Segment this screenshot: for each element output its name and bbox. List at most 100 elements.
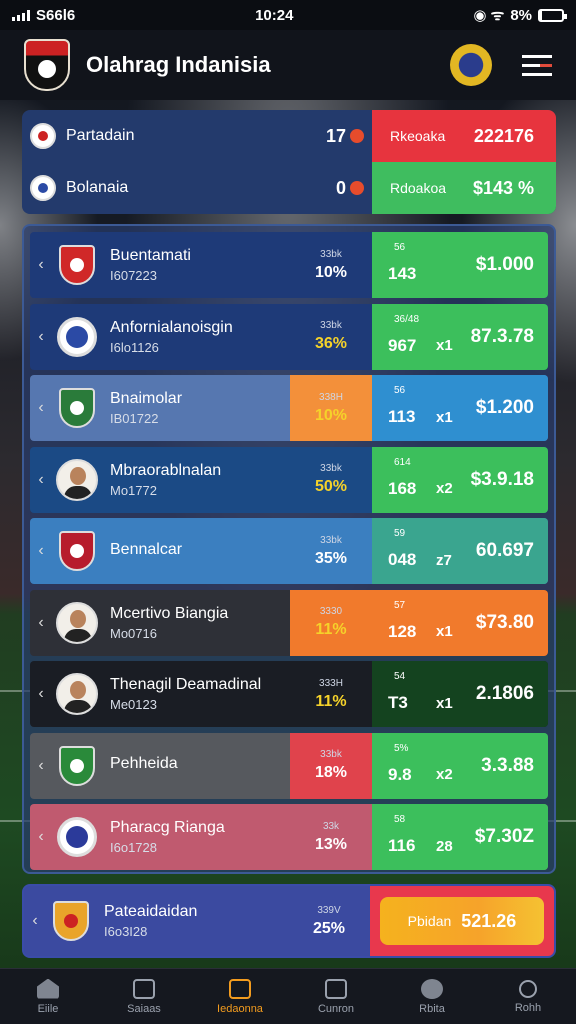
chevron-left-icon[interactable]: ‹	[30, 733, 52, 799]
team-row[interactable]: ‹ Pharacg Rianga I6o1728 33k 13% 58 116 …	[30, 804, 548, 870]
team-row[interactable]: ‹ Pehheida 33bk 18% 5% 9.8 x2 3.3.88	[30, 732, 548, 799]
chevron-left-icon[interactable]: ‹	[30, 304, 52, 370]
stat-value: 168	[388, 478, 417, 498]
team-code: I607223	[110, 268, 157, 283]
tab-label: Rohh	[514, 1001, 542, 1014]
summary-row[interactable]: Bolanaia 0 Rdoakoa $143 %	[22, 162, 556, 214]
odds-cell[interactable]: 59 048 z7 60.697	[372, 518, 548, 584]
featured-row[interactable]: ‹ Pateaidaidan I6o3I28 339V 25% Pbidan 5…	[22, 884, 556, 958]
bet-slip-icon	[229, 978, 251, 999]
team-name: Pharacg Rianga	[110, 819, 225, 836]
tab-calendar[interactable]: Saiaas	[96, 969, 192, 1024]
win-pct: 50%	[314, 478, 348, 495]
live-dot-icon	[350, 181, 364, 195]
chevron-left-icon[interactable]: ‹	[30, 518, 52, 584]
bottom-tab-bar: Eiile Saiaas Iedaonna Cunron Rbita Rohh	[0, 968, 576, 1024]
field-icon	[325, 978, 347, 999]
stat-value: 143	[388, 264, 417, 283]
team-crest-icon	[59, 745, 95, 786]
stat-label: 56	[394, 385, 406, 396]
team-name: Thenagil Deamadinal	[110, 676, 262, 693]
team-row[interactable]: ‹ Mbraorablnalan Mo1772 33bk 50% 614 168…	[30, 446, 548, 513]
featured-pct-label: 339V	[317, 904, 341, 916]
win-pct: 35%	[314, 549, 348, 567]
odds-cell[interactable]: 56 113 x1 $1.200	[372, 375, 548, 441]
pct-label: 33k	[322, 820, 340, 832]
team-code: Me0123	[110, 697, 157, 712]
chevron-left-icon[interactable]: ‹	[30, 232, 52, 298]
team-crest-icon	[59, 531, 95, 571]
team-crest-icon	[59, 388, 95, 428]
summary-team-name: Partadain	[66, 127, 135, 144]
tab-label: Iedaonna	[217, 1002, 263, 1015]
odds-price: $1.200	[475, 397, 534, 418]
tab-label: Cunron	[317, 1002, 355, 1015]
menu-icon[interactable]	[522, 54, 552, 76]
chevron-left-icon[interactable]: ‹	[30, 590, 52, 656]
win-pct: 10%	[314, 263, 348, 281]
chevron-left-icon[interactable]: ‹	[30, 804, 52, 870]
team-row[interactable]: ‹ Bennalcar 33bk 35% 59 048 z7 60.697	[30, 518, 548, 584]
battery-icon	[538, 8, 567, 22]
team-row[interactable]: ‹ Buentamati I607223 33bk 10% 56 143 $1.…	[30, 232, 548, 298]
odds-price: $3.9.18	[470, 468, 534, 490]
odds-cell[interactable]: 56 143 $1.000	[372, 232, 548, 298]
teams-list: ‹ Buentamati I607223 33bk 10% 56 143 $1.…	[22, 224, 556, 874]
tab-bet-slip[interactable]: Iedaonna	[192, 969, 288, 1024]
team-code: IB01722	[110, 411, 159, 426]
stat-value: 967	[388, 335, 417, 355]
league-badge-icon[interactable]	[450, 44, 492, 86]
team-name: Bennalcar	[110, 540, 183, 558]
tab-label: Saiaas	[127, 1002, 161, 1015]
chevron-left-icon[interactable]: ‹	[24, 912, 46, 930]
page-title: Olahrag Indanisia	[86, 52, 271, 77]
home-icon	[37, 978, 59, 999]
stat-value: T3	[388, 693, 408, 712]
stat-value: 113	[388, 407, 416, 426]
featured-team-code: I6o3I28	[104, 924, 148, 939]
stat-multiplier: x1	[436, 623, 453, 640]
team-name: Anfornialanoisgin	[110, 318, 233, 336]
pct-label: 338H	[319, 391, 343, 403]
team-name: Pehheida	[110, 755, 178, 772]
win-pct: 11%	[315, 692, 347, 710]
place-bet-button[interactable]: Pbidan 521.26	[380, 897, 544, 945]
odds-cell[interactable]: 54 T3 x1 2.1806	[372, 661, 548, 727]
tab-home[interactable]: Eiile	[0, 969, 96, 1024]
stat-value: 9.8	[388, 764, 412, 784]
team-crest-icon	[59, 245, 95, 285]
odds-cell[interactable]: 36/48 967 x1 87.3.78	[372, 303, 548, 370]
odds-cell[interactable]: 614 168 x2 $3.9.18	[372, 446, 548, 513]
team-code: Mo1772	[110, 482, 157, 498]
chevron-left-icon[interactable]: ‹	[30, 375, 52, 441]
team-row[interactable]: ‹ Mcertivo Biangia Mo0716 3330 11% 57 12…	[30, 589, 548, 656]
tab-label: Eiile	[37, 1002, 59, 1015]
win-pct: 10%	[314, 406, 348, 424]
team-name: Buentamati	[110, 247, 191, 264]
odds-cell[interactable]: 58 116 28 $7.30Z	[372, 804, 548, 870]
win-pct: 11%	[315, 621, 347, 638]
live-dot-icon	[350, 129, 364, 143]
featured-team-name: Pateaidaidan	[104, 903, 198, 920]
team-row[interactable]: ‹ Anfornialanoisgin I6lo1126 33bk 36% 36…	[30, 303, 548, 370]
pct-label: 33bk	[320, 248, 342, 260]
odds-price: $7.30Z	[474, 826, 534, 847]
summary-label: Rdoakoa	[390, 180, 447, 196]
team-row[interactable]: ‹ Thenagil Deamadinal Me0123 333H 11% 54…	[30, 661, 548, 727]
chevron-left-icon[interactable]: ‹	[30, 447, 52, 513]
club-logo[interactable]	[24, 39, 70, 91]
win-pct: 36%	[314, 335, 348, 352]
tab-profile[interactable]: Rbita	[384, 969, 480, 1024]
stat-label: 57	[394, 599, 406, 611]
tab-search[interactable]: Rohh	[480, 969, 576, 1024]
odds-cell[interactable]: 57 128 x1 $73.80	[372, 589, 548, 656]
cta-amount: 521.26	[461, 910, 517, 931]
summary-team-name: Bolanaia	[66, 179, 129, 196]
featured-pct: 25%	[312, 919, 346, 937]
team-row[interactable]: ‹ Bnaimolar IB01722 338H 10% 56 113 x1 $…	[30, 375, 548, 441]
summary-row[interactable]: Partadain 17 Rkeoaka 222176	[22, 110, 556, 162]
chevron-left-icon[interactable]: ‹	[30, 661, 52, 727]
pct-label: 33bk	[320, 320, 342, 331]
tab-field[interactable]: Cunron	[288, 969, 384, 1024]
odds-cell[interactable]: 5% 9.8 x2 3.3.88	[372, 732, 548, 799]
